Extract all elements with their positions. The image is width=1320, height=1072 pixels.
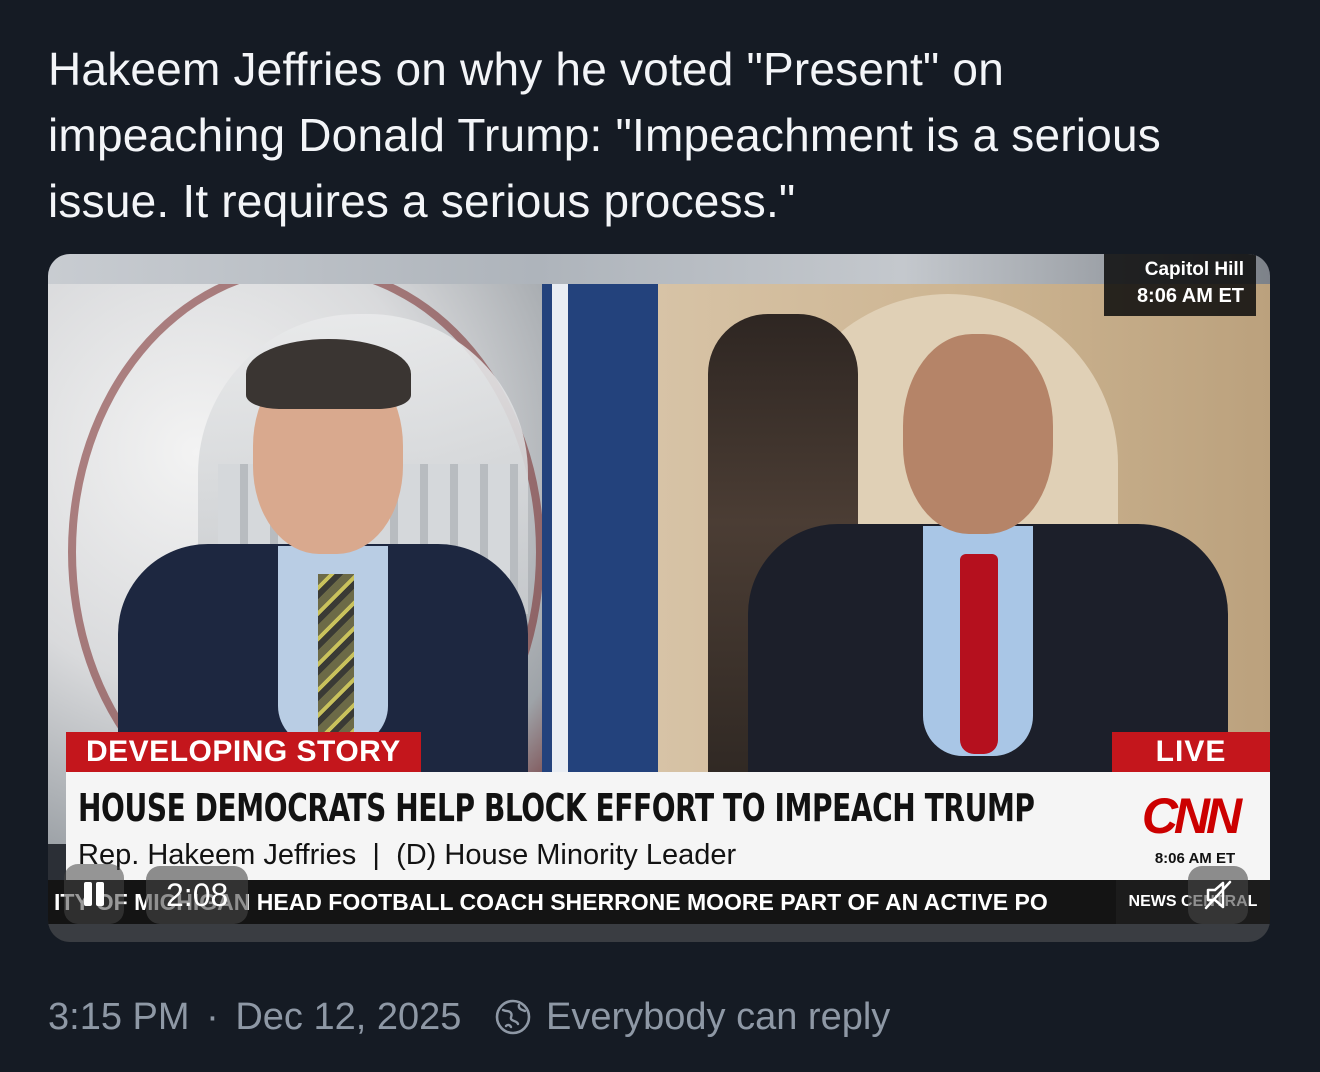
elapsed-time: 2:08 (146, 866, 249, 924)
network-logo: CNN (1141, 788, 1242, 844)
video-player[interactable]: Capitol Hill 8:06 AM ET DEVELOPING STORY… (48, 254, 1270, 942)
location-time-tag: Capitol Hill 8:06 AM ET (1104, 254, 1256, 316)
live-label: LIVE (1112, 732, 1270, 772)
post-date: Dec 12, 2025 (235, 996, 462, 1038)
network-time: 8:06 AM ET (1154, 850, 1236, 867)
panel-divider-stripe (552, 284, 568, 844)
meta-separator: · (206, 996, 219, 1038)
location-label: Capitol Hill (1144, 259, 1244, 280)
post-time: 3:15 PM (48, 996, 190, 1038)
guest-head (903, 334, 1053, 534)
developing-story-label: DEVELOPING STORY (66, 732, 421, 772)
chyron-headline: HOUSE DEMOCRATS HELP BLOCK EFFORT TO IMP… (78, 786, 1035, 830)
guest-tie (960, 554, 998, 754)
reply-setting-label: Everybody can reply (546, 996, 891, 1038)
anchor-hair (246, 339, 411, 409)
muted-speaker-icon (1204, 880, 1232, 910)
broadcast-time: 8:06 AM ET (1136, 285, 1244, 307)
globe-reply-icon (495, 999, 531, 1035)
reply-setting: Everybody can reply (494, 992, 890, 1042)
video-bottom-strip (48, 924, 1270, 942)
pause-button[interactable] (64, 864, 124, 924)
video-top-strip (48, 254, 1270, 284)
post-timestamp[interactable]: 3:15 PM · Dec 12, 2025 (48, 992, 461, 1042)
anchor-tie (318, 574, 354, 734)
post-text: Hakeem Jeffries on why he voted "Present… (48, 43, 1161, 227)
mute-button[interactable] (1188, 866, 1248, 924)
